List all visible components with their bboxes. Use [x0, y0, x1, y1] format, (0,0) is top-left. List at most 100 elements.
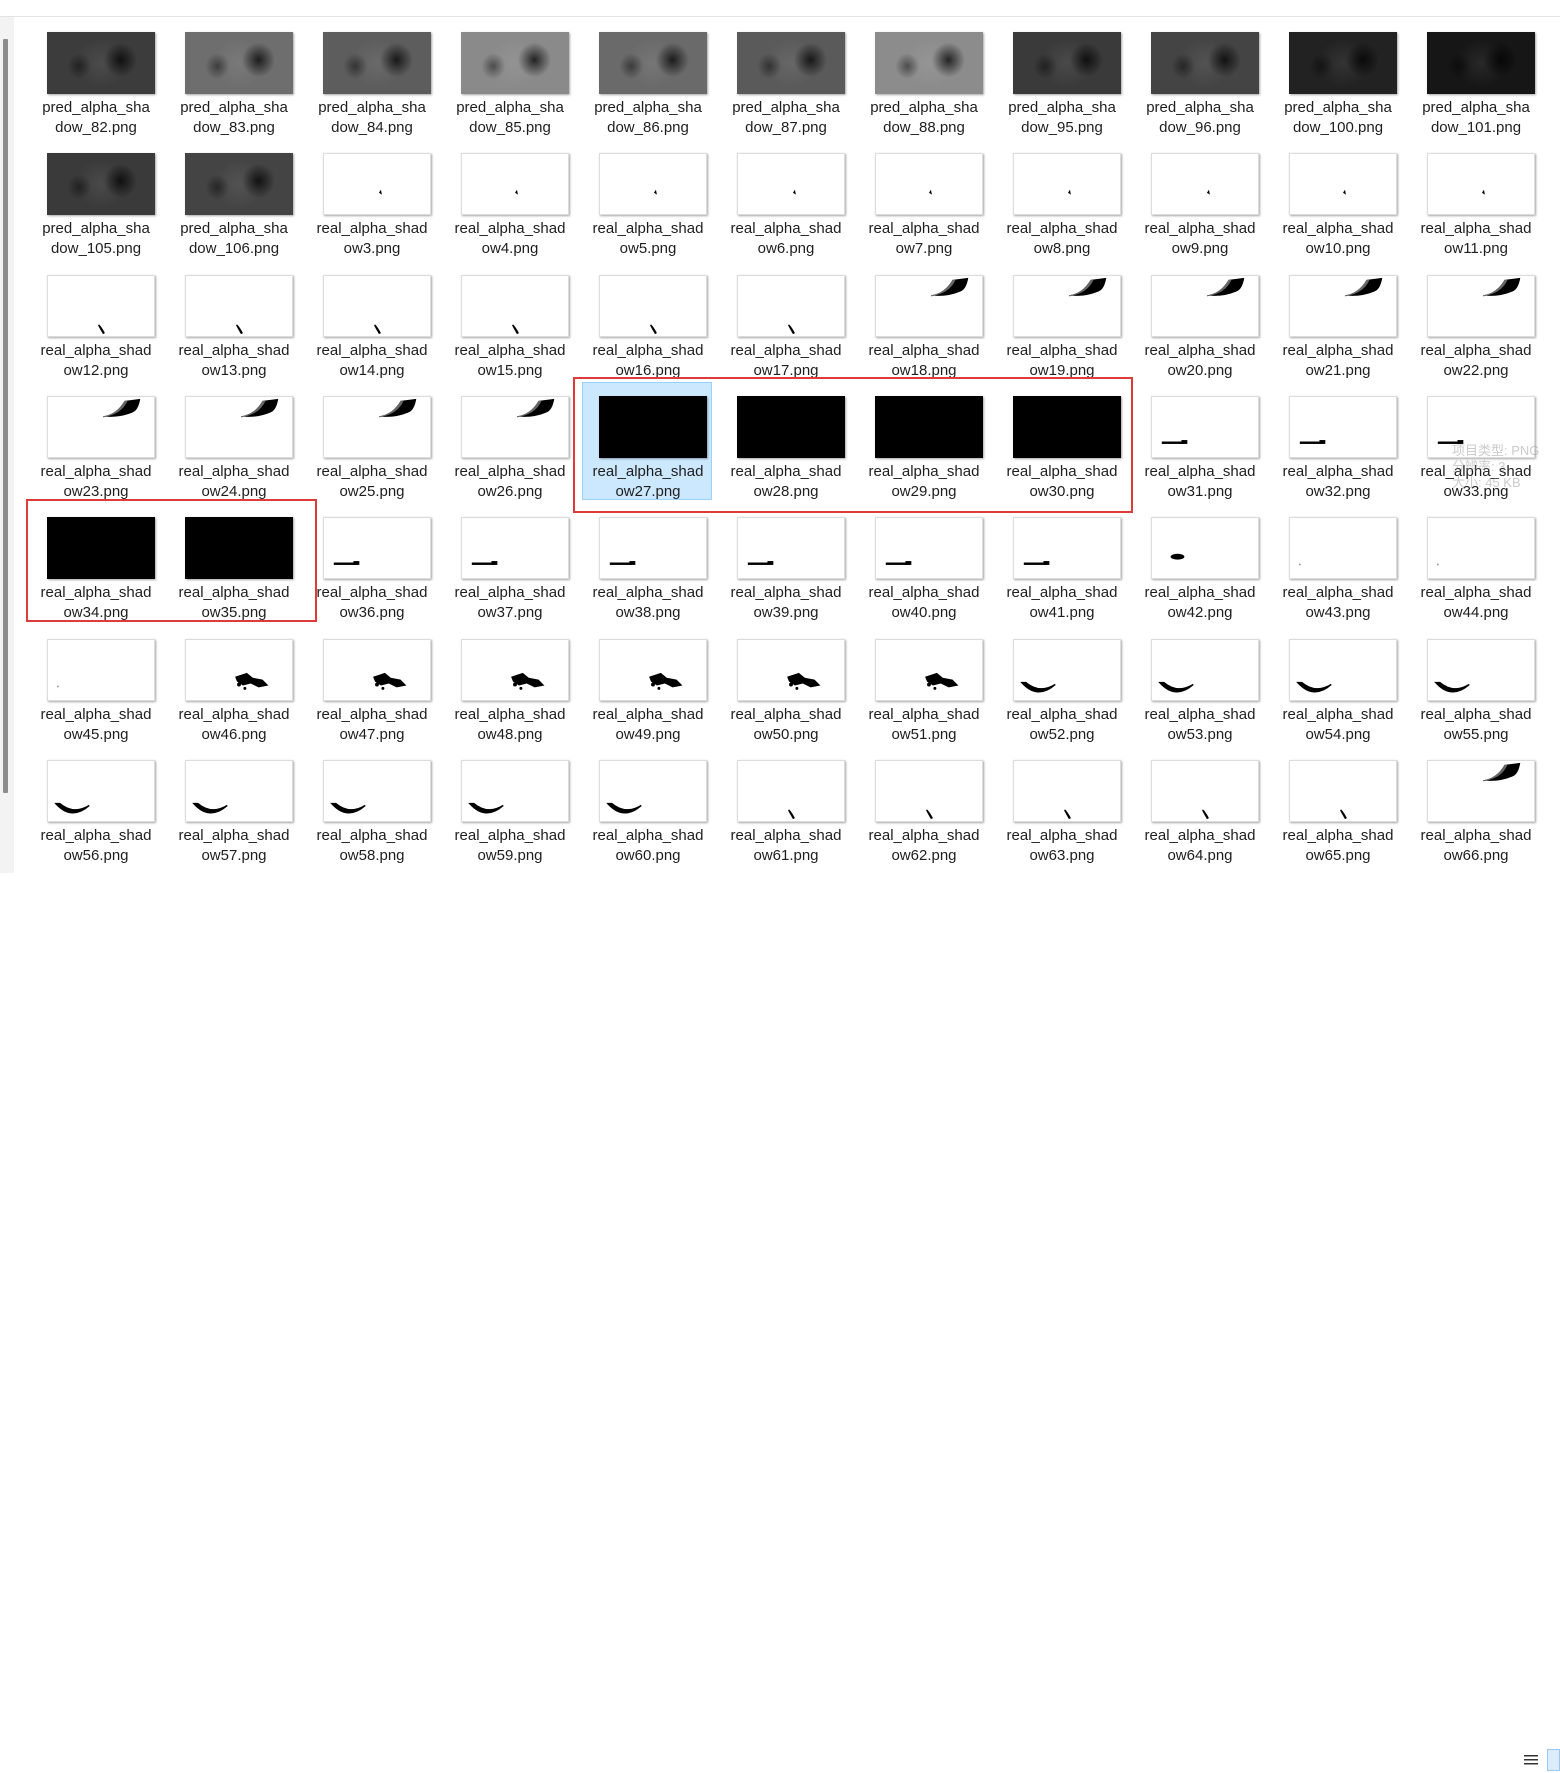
file-name: real_alpha_shad ow56.png: [40, 826, 152, 864]
file-item[interactable]: real_alpha_shad ow44.png: [1410, 503, 1540, 621]
file-name: pred_alpha_sha dow_106.png: [180, 220, 288, 258]
file-item[interactable]: pred_alpha_sha dow_84.png: [306, 18, 436, 136]
file-item[interactable]: real_alpha_shad ow29.png: [858, 382, 988, 500]
file-name: real_alpha_shad ow31.png: [1144, 462, 1256, 500]
file-item[interactable]: real_alpha_shad ow22.png: [1410, 261, 1540, 379]
file-item[interactable]: pred_alpha_sha dow_85.png: [444, 18, 574, 136]
file-item[interactable]: pred_alpha_sha dow_100.png: [1272, 18, 1402, 136]
file-item[interactable]: real_alpha_shad ow19.png: [996, 261, 1126, 379]
file-item[interactable]: real_alpha_shad ow46.png: [168, 625, 298, 743]
file-item[interactable]: pred_alpha_sha dow_88.png: [858, 18, 988, 136]
file-name: real_alpha_shad ow63.png: [1006, 826, 1118, 864]
file-item[interactable]: pred_alpha_sha dow_105.png: [30, 139, 160, 257]
file-item[interactable]: real_alpha_shad ow55.png: [1410, 625, 1540, 743]
file-item[interactable]: real_alpha_shad ow36.png: [306, 503, 436, 621]
file-item[interactable]: real_alpha_shad ow32.png: [1272, 382, 1402, 500]
file-item[interactable]: real_alpha_shad ow12.png: [30, 261, 160, 379]
file-item[interactable]: real_alpha_shad ow34.png: [30, 503, 160, 621]
file-item[interactable]: real_alpha_shad ow10.png: [1272, 139, 1402, 257]
file-item[interactable]: real_alpha_shad ow35.png: [168, 503, 298, 621]
file-item[interactable]: real_alpha_shad ow42.png: [1134, 503, 1264, 621]
file-item[interactable]: real_alpha_shad ow8.png: [996, 139, 1126, 257]
file-name: real_alpha_shad ow27.png: [592, 462, 704, 500]
file-item[interactable]: real_alpha_shad ow26.png: [444, 382, 574, 500]
file-item[interactable]: pred_alpha_sha dow_96.png: [1134, 18, 1264, 136]
file-item[interactable]: real_alpha_shad ow58.png: [306, 746, 436, 864]
file-item[interactable]: real_alpha_shad ow9.png: [1134, 139, 1264, 257]
file-thumbnail: [737, 153, 845, 216]
file-item[interactable]: real_alpha_shad ow6.png: [720, 139, 850, 257]
file-thumbnail: [599, 759, 707, 822]
file-thumbnail: [875, 638, 983, 701]
file-item[interactable]: real_alpha_shad ow16.png: [582, 261, 712, 379]
file-item[interactable]: real_alpha_shad ow61.png: [720, 746, 850, 864]
file-item[interactable]: real_alpha_shad ow40.png: [858, 503, 988, 621]
file-item[interactable]: real_alpha_shad ow54.png: [1272, 625, 1402, 743]
file-item[interactable]: real_alpha_shad ow43.png: [1272, 503, 1402, 621]
file-item[interactable]: real_alpha_shad ow56.png: [30, 746, 160, 864]
file-item[interactable]: real_alpha_shad ow51.png: [858, 625, 988, 743]
file-item[interactable]: real_alpha_shad ow48.png: [444, 625, 574, 743]
file-item[interactable]: real_alpha_shad ow24.png: [168, 382, 298, 500]
file-item[interactable]: real_alpha_shad ow63.png: [996, 746, 1126, 864]
file-name: real_alpha_shad ow23.png: [40, 462, 152, 500]
file-item[interactable]: pred_alpha_sha dow_87.png: [720, 18, 850, 136]
file-item[interactable]: real_alpha_shad ow5.png: [582, 139, 712, 257]
file-item[interactable]: real_alpha_shad ow14.png: [306, 261, 436, 379]
file-item[interactable]: pred_alpha_sha dow_106.png: [168, 139, 298, 257]
file-thumbnail: [599, 32, 707, 94]
file-item[interactable]: real_alpha_shad ow37.png: [444, 503, 574, 621]
file-item[interactable]: pred_alpha_sha dow_101.png: [1410, 18, 1540, 136]
file-item[interactable]: real_alpha_shad ow15.png: [444, 261, 574, 379]
file-item[interactable]: real_alpha_shad ow64.png: [1134, 746, 1264, 864]
file-item[interactable]: real_alpha_shad ow52.png: [996, 625, 1126, 743]
file-item[interactable]: real_alpha_shad ow50.png: [720, 625, 850, 743]
file-item[interactable]: real_alpha_shad ow3.png: [306, 139, 436, 257]
file-item[interactable]: real_alpha_shad ow27.png: [582, 381, 712, 500]
file-thumbnail: [599, 395, 707, 458]
file-thumbnail: [737, 517, 845, 580]
file-item[interactable]: real_alpha_shad ow28.png: [720, 382, 850, 500]
file-item[interactable]: real_alpha_shad ow31.png: [1134, 382, 1264, 500]
file-item[interactable]: real_alpha_shad ow21.png: [1272, 261, 1402, 379]
file-thumbnail: [1151, 395, 1259, 458]
file-item[interactable]: real_alpha_shad ow18.png: [858, 261, 988, 379]
details-view-icon[interactable]: [1522, 1752, 1540, 1768]
file-thumbnail: [1427, 153, 1535, 216]
file-item[interactable]: real_alpha_shad ow62.png: [858, 746, 988, 864]
file-item[interactable]: real_alpha_shad ow17.png: [720, 261, 850, 379]
file-thumbnail: [1013, 395, 1121, 458]
file-item[interactable]: real_alpha_shad ow25.png: [306, 382, 436, 500]
file-item[interactable]: real_alpha_shad ow11.png: [1410, 139, 1540, 257]
file-item[interactable]: real_alpha_shad ow41.png: [996, 503, 1126, 621]
file-item[interactable]: real_alpha_shad ow57.png: [168, 746, 298, 864]
file-item[interactable]: real_alpha_shad ow65.png: [1272, 746, 1402, 864]
file-thumbnail: [599, 153, 707, 216]
file-thumbnail: [1151, 517, 1259, 580]
file-item[interactable]: pred_alpha_sha dow_82.png: [30, 18, 160, 136]
large-icons-view-icon[interactable]: [1547, 1749, 1560, 1771]
file-thumbnail: [47, 153, 155, 216]
file-item[interactable]: real_alpha_shad ow23.png: [30, 382, 160, 500]
file-item[interactable]: real_alpha_shad ow66.png: [1410, 746, 1540, 864]
file-thumbnail: [47, 759, 155, 822]
file-item[interactable]: real_alpha_shad ow20.png: [1134, 261, 1264, 379]
file-info-tooltip: 项目类型: PNG 分辨率: 3 大小: 45 KB: [1452, 443, 1560, 505]
file-item[interactable]: real_alpha_shad ow4.png: [444, 139, 574, 257]
file-item[interactable]: real_alpha_shad ow7.png: [858, 139, 988, 257]
file-item[interactable]: pred_alpha_sha dow_83.png: [168, 18, 298, 136]
file-item[interactable]: real_alpha_shad ow60.png: [582, 746, 712, 864]
file-item[interactable]: real_alpha_shad ow49.png: [582, 625, 712, 743]
file-item[interactable]: pred_alpha_sha dow_95.png: [996, 18, 1126, 136]
file-item[interactable]: real_alpha_shad ow38.png: [582, 503, 712, 621]
file-thumbnail: [1151, 274, 1259, 337]
file-item[interactable]: real_alpha_shad ow47.png: [306, 625, 436, 743]
file-name: real_alpha_shad ow45.png: [40, 705, 152, 743]
file-item[interactable]: real_alpha_shad ow30.png: [996, 382, 1126, 500]
file-item[interactable]: real_alpha_shad ow13.png: [168, 261, 298, 379]
file-item[interactable]: real_alpha_shad ow59.png: [444, 746, 574, 864]
file-item[interactable]: real_alpha_shad ow45.png: [30, 625, 160, 743]
file-item[interactable]: real_alpha_shad ow39.png: [720, 503, 850, 621]
file-item[interactable]: real_alpha_shad ow53.png: [1134, 625, 1264, 743]
file-item[interactable]: pred_alpha_sha dow_86.png: [582, 18, 712, 136]
